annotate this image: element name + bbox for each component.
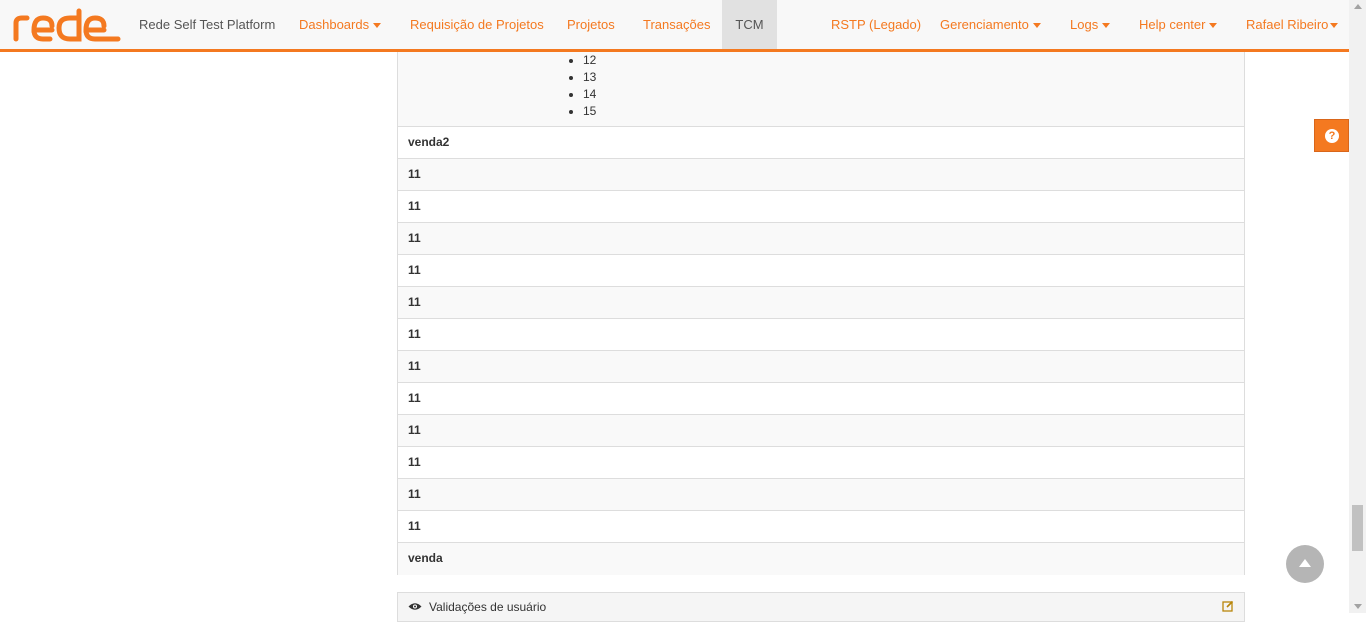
- user-validations-panel[interactable]: Validações de usuário: [397, 592, 1245, 622]
- nav-projetos[interactable]: Projetos: [567, 0, 615, 49]
- nav-transacoes-label: Transações: [643, 17, 711, 32]
- table-row: 11: [398, 159, 1244, 191]
- nav-tcm-label: TCM: [735, 17, 764, 32]
- nav-rstp-label: RSTP (Legado): [831, 17, 922, 32]
- nav-gerenciamento[interactable]: Gerenciamento: [940, 0, 1041, 49]
- brand-name[interactable]: Rede Self Test Platform: [139, 0, 275, 50]
- nav-help-center[interactable]: Help center: [1139, 0, 1218, 49]
- back-to-top-button[interactable]: [1286, 545, 1324, 583]
- list-item: 13: [568, 70, 597, 84]
- rede-logo[interactable]: [12, 7, 122, 45]
- caret-down-icon: [1102, 23, 1111, 29]
- panel-title: Validações de usuário: [429, 600, 547, 614]
- table-row: 11: [398, 479, 1244, 511]
- table-row: venda2: [398, 127, 1244, 159]
- table-row: 11: [398, 415, 1244, 447]
- scroll-thumb[interactable]: [1352, 505, 1363, 551]
- nav-user-menu[interactable]: Rafael Ribeiro: [1246, 0, 1339, 49]
- list-item: 12: [568, 53, 597, 67]
- nav-rstp-legado[interactable]: RSTP (Legado): [831, 0, 921, 49]
- test-cases-table: 12 13 14 15 venda2 11 11 11 11 11 11 11 …: [397, 52, 1245, 575]
- scroll-up-icon[interactable]: [1354, 4, 1362, 9]
- scroll-down-icon[interactable]: [1354, 604, 1362, 609]
- caret-down-icon: [1032, 23, 1041, 29]
- nav-tcm[interactable]: TCM: [722, 0, 777, 49]
- table-row: 11: [398, 255, 1244, 287]
- nav-user-label: Rafael Ribeiro: [1246, 17, 1329, 32]
- list-item: 15: [568, 104, 597, 118]
- table-row: 11: [398, 223, 1244, 255]
- nav-requisicao-label: Requisição de Projetos: [410, 17, 544, 32]
- nav-dashboards-label: Dashboards: [299, 17, 370, 32]
- top-navbar: Rede Self Test Platform Dashboards Requi…: [0, 0, 1349, 52]
- table-row: 11: [398, 511, 1244, 543]
- caret-down-icon: [373, 23, 382, 29]
- table-row: 11: [398, 383, 1244, 415]
- nav-logs[interactable]: Logs: [1070, 0, 1111, 49]
- table-row: 11: [398, 287, 1244, 319]
- nav-gerenciamento-label: Gerenciamento: [940, 17, 1029, 32]
- table-row: 11: [398, 191, 1244, 223]
- table-cell-list: 12 13 14 15: [398, 52, 1244, 127]
- caret-down-icon: [1209, 23, 1218, 29]
- caret-down-icon: [1330, 23, 1339, 29]
- question-icon: ?: [1325, 129, 1339, 143]
- nav-projetos-label: Projetos: [567, 17, 615, 32]
- nav-requisicao-projetos[interactable]: Requisição de Projetos: [410, 0, 544, 49]
- nav-dashboards[interactable]: Dashboards: [299, 0, 382, 49]
- edit-icon[interactable]: [1222, 600, 1234, 612]
- value-list: 12 13 14 15: [568, 52, 597, 120]
- table-row: 11: [398, 351, 1244, 383]
- eye-icon: [408, 603, 422, 610]
- nav-logs-label: Logs: [1070, 17, 1099, 32]
- list-item: 14: [568, 87, 597, 101]
- table-row: 11: [398, 447, 1244, 479]
- page-scrollbar[interactable]: [1349, 0, 1366, 613]
- table-row: venda: [398, 543, 1244, 575]
- help-float-button[interactable]: ?: [1314, 119, 1349, 152]
- table-row: 11: [398, 319, 1244, 351]
- nav-transacoes[interactable]: Transações: [643, 0, 710, 49]
- nav-help-center-label: Help center: [1139, 17, 1206, 32]
